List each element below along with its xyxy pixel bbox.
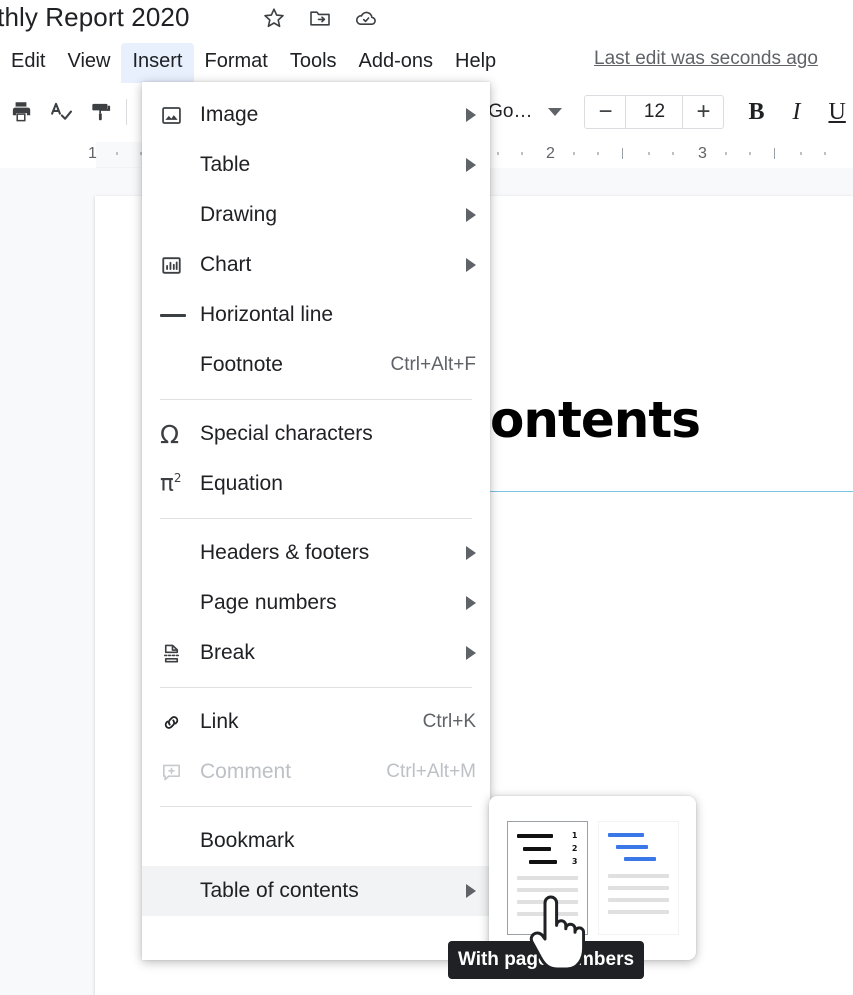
bold-button[interactable]: B xyxy=(748,99,764,126)
menu-item-shortcut: Ctrl+Alt+F xyxy=(390,354,476,375)
font-size-increase-button[interactable]: + xyxy=(683,96,723,128)
chevron-right-icon xyxy=(466,546,476,560)
menu-add-ons[interactable]: Add-ons xyxy=(348,43,445,79)
omega-icon: Ω xyxy=(160,419,180,449)
chevron-right-icon xyxy=(466,258,476,272)
insert-dropdown-menu: Image Table Drawing Chart Horizontal lin… xyxy=(142,82,490,960)
menu-item-footnote[interactable]: Footnote Ctrl+Alt+F xyxy=(142,340,490,390)
italic-button[interactable]: I xyxy=(792,99,800,126)
menu-item-shortcut: Ctrl+Alt+M xyxy=(386,761,476,782)
print-icon[interactable] xyxy=(6,97,36,127)
ruler-margin-left xyxy=(0,142,96,168)
menu-item-shortcut: Ctrl+K xyxy=(422,711,476,732)
menu-divider xyxy=(160,518,472,519)
menu-divider xyxy=(160,399,472,400)
document-title[interactable]: onthly Report 2020 xyxy=(0,2,190,33)
document-heading: ontents xyxy=(490,391,701,449)
menu-format[interactable]: Format xyxy=(194,43,279,79)
mouse-cursor-pointer xyxy=(529,895,586,978)
menu-bar: Edit View Insert Format Tools Add-ons He… xyxy=(0,42,853,83)
title-icon-group xyxy=(262,6,378,30)
move-to-folder-icon[interactable] xyxy=(308,6,332,30)
menu-item-label: Link xyxy=(200,710,239,733)
menu-item-link[interactable]: Link Ctrl+K xyxy=(142,697,490,747)
font-size-decrease-button[interactable]: − xyxy=(585,96,625,128)
menu-item-equation[interactable]: π2 Equation xyxy=(142,459,490,509)
equation-icon: π2 xyxy=(160,470,182,497)
chevron-right-icon xyxy=(466,884,476,898)
menu-item-label: Table of contents xyxy=(200,879,359,902)
horizontal-line-icon xyxy=(160,313,200,317)
menu-item-label: Table xyxy=(200,153,251,176)
toc-page-number: 1 xyxy=(571,831,578,840)
menu-divider xyxy=(160,687,472,688)
document-horizontal-rule xyxy=(485,491,853,492)
google-docs-window: onthly Report 2020 xyxy=(0,0,853,995)
chart-icon xyxy=(160,254,200,277)
toc-option-with-blue-links[interactable] xyxy=(597,821,679,935)
font-size-stepper: − 12 + xyxy=(584,95,725,129)
menu-edit[interactable]: Edit xyxy=(0,43,56,79)
menu-divider xyxy=(160,806,472,807)
paint-format-icon[interactable] xyxy=(86,97,116,127)
ruler-number-3: 3 xyxy=(698,145,707,162)
menu-item-label: Comment xyxy=(200,760,292,783)
page-break-icon xyxy=(160,642,200,665)
menu-item-label: Horizontal line xyxy=(200,303,334,326)
menu-item-label: Equation xyxy=(200,472,283,495)
menu-item-comment: Comment Ctrl+Alt+M xyxy=(142,747,490,797)
menu-item-label: Bookmark xyxy=(200,829,295,852)
chevron-right-icon xyxy=(466,596,476,610)
menu-item-table[interactable]: Table xyxy=(142,140,490,190)
menu-item-special-characters[interactable]: Ω Special characters xyxy=(142,409,490,459)
toc-style-submenu: 1 2 3 xyxy=(489,796,696,960)
spellcheck-icon[interactable] xyxy=(46,97,76,127)
menu-item-page-numbers[interactable]: Page numbers xyxy=(142,578,490,628)
menu-item-horizontal-line[interactable]: Horizontal line xyxy=(142,290,490,340)
title-bar: onthly Report 2020 xyxy=(0,0,853,40)
toc-page-number: 2 xyxy=(571,844,578,853)
menu-bar-items: Edit View Insert Format Tools Add-ons He… xyxy=(0,42,507,83)
chevron-right-icon xyxy=(466,158,476,172)
menu-item-label: Chart xyxy=(200,253,252,276)
image-icon xyxy=(160,104,200,127)
toc-page-number: 3 xyxy=(571,857,578,866)
menu-item-chart[interactable]: Chart xyxy=(142,240,490,290)
chevron-right-icon xyxy=(466,108,476,122)
menu-help[interactable]: Help xyxy=(444,43,507,79)
toolbar-divider-1 xyxy=(126,99,127,125)
underline-button[interactable]: U xyxy=(828,99,845,126)
menu-item-table-of-contents[interactable]: Table of contents xyxy=(142,866,490,916)
star-icon[interactable] xyxy=(262,6,286,30)
chevron-right-icon xyxy=(466,646,476,660)
menu-item-label: Image xyxy=(200,103,259,126)
menu-tools[interactable]: Tools xyxy=(279,43,348,79)
menu-item-label: Page numbers xyxy=(200,591,337,614)
font-size-input[interactable]: 12 xyxy=(625,96,684,128)
menu-view[interactable]: View xyxy=(56,43,121,79)
comment-icon xyxy=(160,761,200,784)
menu-item-image[interactable]: Image xyxy=(142,90,490,140)
cloud-saved-icon[interactable] xyxy=(354,6,378,30)
chevron-right-icon xyxy=(466,208,476,222)
menu-item-bookmark[interactable]: Bookmark xyxy=(142,816,490,866)
last-edit-status[interactable]: Last edit was seconds ago xyxy=(594,48,818,70)
ruler-number-2: 2 xyxy=(546,145,555,162)
ruler-number-1: 1 xyxy=(88,145,97,162)
menu-insert[interactable]: Insert xyxy=(121,43,194,83)
menu-item-label: Break xyxy=(200,641,255,664)
menu-item-label: Special characters xyxy=(200,422,373,445)
menu-item-label: Headers & footers xyxy=(200,541,370,564)
menu-item-label: Footnote xyxy=(200,353,283,376)
menu-item-label: Drawing xyxy=(200,203,278,226)
link-icon xyxy=(160,711,200,734)
menu-item-headers-footers[interactable]: Headers & footers xyxy=(142,528,490,578)
menu-item-break[interactable]: Break xyxy=(142,628,490,678)
chevron-down-icon[interactable] xyxy=(548,108,563,116)
menu-item-drawing[interactable]: Drawing xyxy=(142,190,490,240)
